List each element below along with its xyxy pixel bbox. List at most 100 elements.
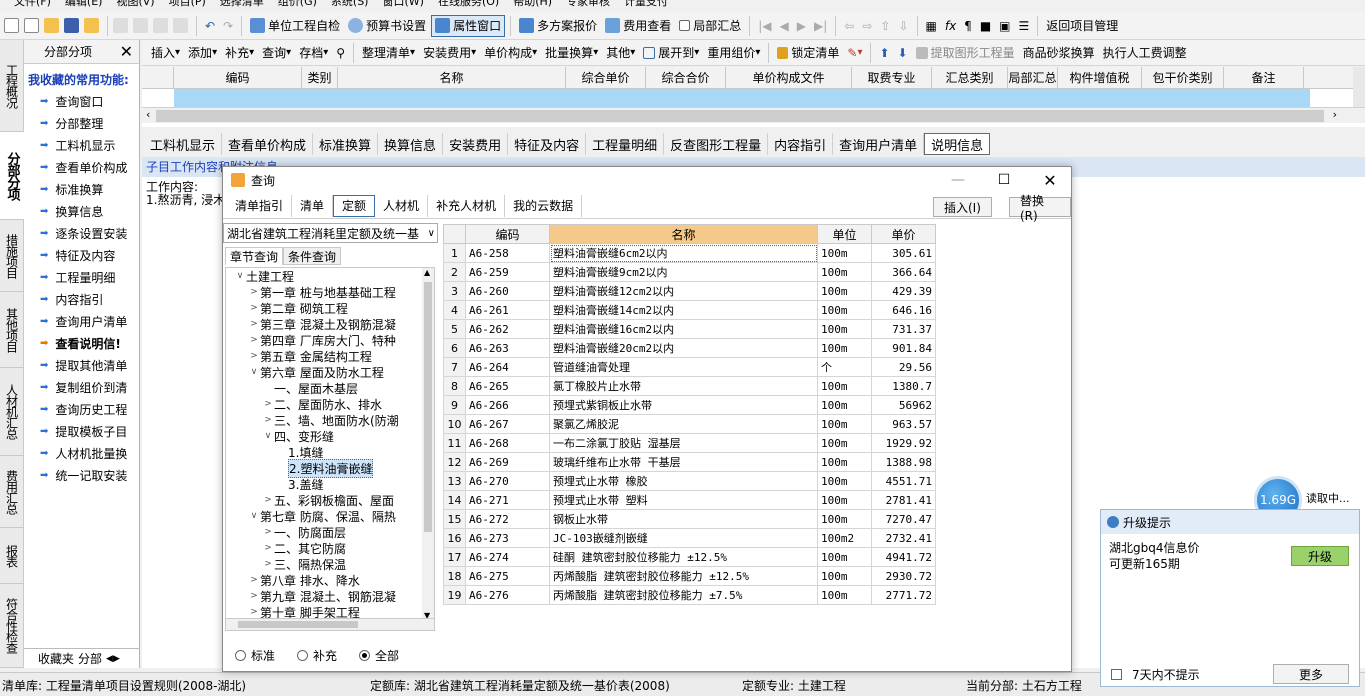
grid-column-header[interactable]: 类别 [302, 67, 338, 88]
chevron-right-icon[interactable]: > [262, 559, 274, 569]
minimize-icon[interactable]: — [935, 167, 981, 193]
cube-icon[interactable]: ■ [977, 15, 994, 37]
supplement-button[interactable]: 补充 [222, 42, 257, 64]
table-row[interactable]: 12 A6-269 玻璃纤维布止水带 干基层 100m 1388.98 [443, 452, 936, 472]
chevron-right-icon[interactable]: > [248, 575, 260, 585]
tree-node[interactable]: > 第四章 厂库房大门、特种 [226, 332, 434, 348]
favorite-item[interactable]: ➡ 查询用户清单 [24, 310, 139, 332]
unit-header[interactable]: 单位 [817, 224, 872, 244]
favorite-item[interactable]: ➡ 统一记取安装 [24, 464, 139, 486]
vtab-0[interactable]: 工程概况 [0, 40, 24, 132]
grid-column-header[interactable]: 构件增值税 [1058, 67, 1142, 88]
archive-button[interactable]: 存档 [296, 42, 331, 64]
table-row[interactable]: 18 A6-275 丙烯酸脂 建筑密封胶位移能力 ±12.5% 100m 2930.72 [443, 566, 936, 586]
favorite-item[interactable]: ➡ 换算信息 [24, 200, 139, 222]
tree-node[interactable]: > 二、其它防腐 [226, 540, 434, 556]
chevron-right-icon[interactable]: > [248, 607, 260, 617]
grid-column-header[interactable]: 单价构成文件 [726, 67, 852, 88]
paste-icon[interactable] [153, 18, 168, 33]
vtab-2[interactable]: 措施项目 [0, 220, 24, 292]
favorite-item[interactable]: ➡ 人材机批量换 [24, 442, 139, 464]
menu-item[interactable]: 窗口(W) [382, 0, 423, 8]
replace-button[interactable]: 替换(R) [1009, 194, 1071, 223]
undo-icon[interactable]: ↶ [202, 15, 218, 37]
menu-item[interactable]: 编辑(E) [65, 0, 103, 8]
first-icon[interactable]: |◀ [755, 15, 774, 37]
chevron-down-icon[interactable]: ∨ [234, 271, 246, 281]
tree-node[interactable]: 3.盖缝 [226, 476, 434, 492]
arrow-right-icon[interactable]: ⇨ [859, 15, 875, 37]
grid-column-header[interactable]: 汇总类别 [932, 67, 1008, 88]
grid-column-header[interactable]: 编码 [174, 67, 302, 88]
table-row[interactable]: 10 A6-267 聚氯乙烯胶泥 100m 963.57 [443, 414, 936, 434]
favorite-item[interactable]: ➡ 查询历史工程 [24, 398, 139, 420]
close-icon[interactable]: ✕ [120, 42, 133, 61]
dialog-tab-0[interactable]: 清单指引 [227, 194, 293, 217]
install-fee-button[interactable]: 安装费用 [420, 42, 479, 64]
redo-icon[interactable]: ↷ [220, 15, 236, 37]
tree-node[interactable]: > 第八章 排水、降水 [226, 572, 434, 588]
maximize-icon[interactable]: ☐ [981, 167, 1027, 193]
new-file-icon[interactable] [4, 18, 19, 33]
table-row[interactable]: 4 A6-261 塑料油膏嵌缝14cm2以内 100m 646.16 [443, 300, 936, 320]
dialog-tab-2[interactable]: 定额 [333, 194, 376, 217]
scroll-right-icon[interactable]: › [1333, 108, 1337, 121]
other-button[interactable]: 其他 [603, 42, 638, 64]
upgrade-button[interactable]: 升级 [1291, 546, 1349, 566]
favorite-item[interactable]: ➡ 查询窗口 [24, 90, 139, 112]
close-icon[interactable]: ✕ [1027, 167, 1073, 193]
recompose-button[interactable]: 重用组价 [704, 42, 763, 64]
cut-icon[interactable] [113, 18, 128, 33]
labor-adjust-button[interactable]: 执行人工费调整 [1100, 42, 1190, 64]
grid-column-header[interactable]: 综合单价 [566, 67, 646, 88]
favorite-item[interactable]: ➡ 查看单价构成 [24, 156, 139, 178]
extract-qty-button[interactable]: 提取图形工程量 [913, 42, 1018, 64]
favorite-item[interactable]: ➡ 提取模板子目 [24, 420, 139, 442]
table-row[interactable]: 13 A6-270 预埋式止水带 橡胶 100m 4551.71 [443, 471, 936, 491]
chevron-right-icon[interactable]: > [248, 351, 260, 361]
table-row[interactable]: 1 A6-258 塑料油膏嵌缝6cm2以内 100m 305.61 [443, 243, 936, 263]
table-row[interactable]: 15 A6-272 钢板止水带 100m 7270.47 [443, 509, 936, 529]
vtab-5[interactable]: 费用汇总 [0, 456, 24, 528]
horizontal-scrollbar[interactable]: ‹ › [142, 107, 1365, 123]
vtab-4[interactable]: 人材机汇总 [0, 368, 24, 456]
chevron-right-icon[interactable]: > [262, 495, 274, 505]
save-icon[interactable] [64, 18, 79, 33]
subtab-7[interactable]: 反查图形工程量 [664, 133, 769, 155]
filter-radio[interactable]: 全部 [359, 647, 399, 664]
table-row[interactable]: 14 A6-271 预埋式止水带 塑料 100m 2781.41 [443, 490, 936, 510]
tree-node[interactable]: > 第三章 混凝土及钢筋混凝 [226, 316, 434, 332]
lock-list-button[interactable]: 锁定清单 [774, 42, 842, 64]
chevron-down-icon[interactable]: ∨ [262, 431, 274, 441]
tree-node[interactable]: > 五、彩钢板檐面、屋面 [226, 492, 434, 508]
tab-chapter-query[interactable]: 章节查询 [225, 247, 284, 265]
tree-node[interactable]: ∨ 土建工程 [226, 268, 434, 284]
insert-button[interactable]: 插入 [148, 42, 183, 64]
tree-node[interactable]: > 第九章 混凝土、钢筋混凝 [226, 588, 434, 604]
grid-column-header[interactable]: 名称 [338, 67, 566, 88]
menu-item[interactable]: 选择清单 [220, 0, 264, 8]
chevron-down-icon[interactable]: ∨ [248, 511, 260, 521]
insert-button[interactable]: 插入(I) [933, 197, 992, 217]
chevron-right-icon[interactable]: > [262, 415, 274, 425]
table-row[interactable]: 8 A6-265 氯丁橡胶片止水带 100m 1380.7 [443, 376, 936, 396]
favorite-item[interactable]: ➡ 查看说明信! [24, 332, 139, 354]
menu-item[interactable]: 计量支付 [624, 0, 668, 8]
tab-condition-query[interactable]: 条件查询 [283, 247, 342, 265]
scroll-up-icon[interactable]: ▲ [424, 268, 430, 277]
favorite-item[interactable]: ➡ 分部整理 [24, 112, 139, 134]
menu-item[interactable]: 系统(S) [331, 0, 369, 8]
grid-column-header[interactable]: 备注 [1224, 67, 1304, 88]
tree-node[interactable]: ∨ 四、变形缝 [226, 428, 434, 444]
unit-price-comp-button[interactable]: 单价构成 [481, 42, 540, 64]
chevron-right-icon[interactable]: > [262, 543, 274, 553]
subtab-4[interactable]: 安装费用 [443, 133, 509, 155]
code-header[interactable]: 编码 [465, 224, 550, 244]
table-row[interactable]: 6 A6-263 塑料油膏嵌缝20cm2以内 100m 901.84 [443, 338, 936, 358]
tree-node[interactable]: > 三、隔热保温 [226, 556, 434, 572]
batch-convert-button[interactable]: 批量换算 [542, 42, 601, 64]
scroll-arrows-icon[interactable]: ◀▶ [106, 654, 120, 664]
grid-column-header[interactable]: 局部汇总 [1008, 67, 1058, 88]
subtab-5[interactable]: 特征及内容 [508, 133, 587, 155]
tree-node[interactable]: > 一、防腐面层 [226, 524, 434, 540]
